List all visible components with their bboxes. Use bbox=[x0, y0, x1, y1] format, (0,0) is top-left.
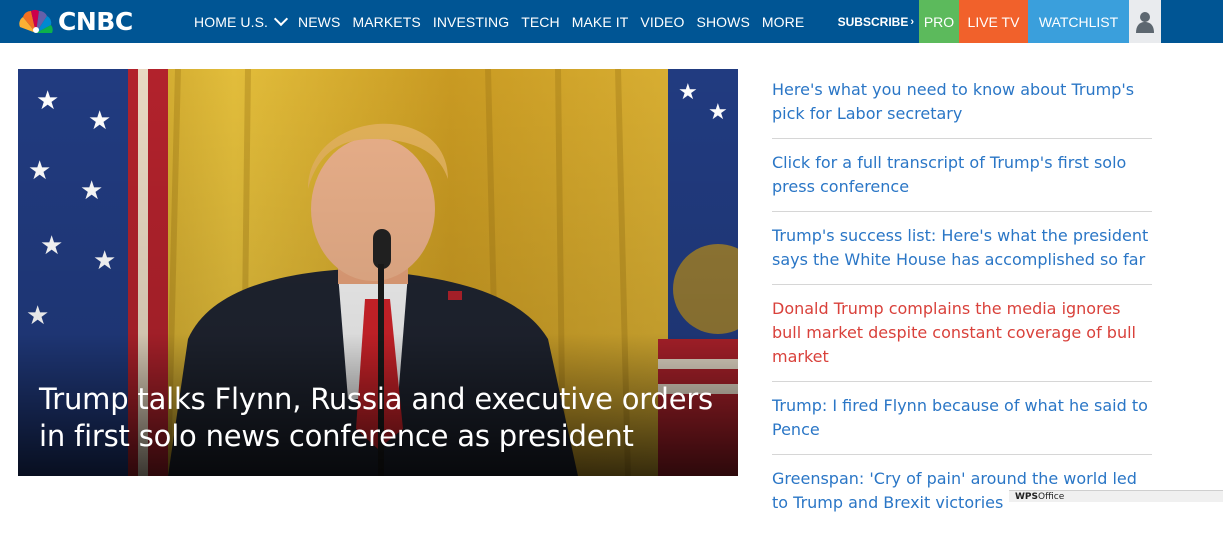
top-nav-bar: CNBC HOME U.S. NEWS MARKETS INVESTING TE… bbox=[0, 0, 1223, 43]
subscribe-label: SUBSCRIBE bbox=[837, 14, 909, 29]
menu-item-investing[interactable]: INVESTING bbox=[433, 14, 509, 30]
subscribe-link[interactable]: SUBSCRIBE › bbox=[838, 0, 919, 43]
wps-brand: WPS bbox=[1015, 492, 1039, 502]
menu-item-markets[interactable]: MARKETS bbox=[352, 14, 420, 30]
menu-item-more[interactable]: MORE bbox=[762, 14, 804, 30]
menu-item-make-it[interactable]: MAKE IT bbox=[572, 14, 629, 30]
live-tv-button[interactable]: LIVE TV bbox=[959, 0, 1028, 43]
headline-link[interactable]: Here's what you need to know about Trump… bbox=[772, 78, 1152, 139]
user-account-button[interactable] bbox=[1129, 0, 1161, 43]
hero-headline-line-2: in first solo news conference as preside… bbox=[39, 419, 634, 453]
menu-item-shows[interactable]: SHOWS bbox=[697, 14, 750, 30]
headline-link[interactable]: Click for a full transcript of Trump's f… bbox=[772, 151, 1152, 212]
menu-item-home-us-label: HOME U.S. bbox=[194, 13, 269, 30]
main-menu: HOME U.S. NEWS MARKETS INVESTING TECH MA… bbox=[194, 0, 816, 43]
user-icon bbox=[1136, 11, 1154, 33]
headline-link[interactable]: Trump: I fired Flynn because of what he … bbox=[772, 394, 1152, 455]
related-headlines-list: Here's what you need to know about Trump… bbox=[772, 78, 1152, 539]
menu-item-home-us[interactable]: HOME U.S. bbox=[194, 11, 289, 30]
wps-office-bar[interactable]: WPSOffice bbox=[1009, 490, 1223, 502]
menu-item-tech[interactable]: TECH bbox=[521, 14, 560, 30]
logo-wordmark: CNBC bbox=[58, 7, 133, 36]
headline-link-highlighted[interactable]: Donald Trump complains the media ignores… bbox=[772, 297, 1152, 382]
wps-product: Office bbox=[1038, 492, 1065, 502]
headline-link[interactable]: Trump's success list: Here's what the pr… bbox=[772, 224, 1152, 285]
nav-right-actions: SUBSCRIBE › PRO LIVE TV WATCHLIST bbox=[838, 0, 1161, 43]
peacock-icon bbox=[19, 9, 53, 33]
watchlist-button[interactable]: WATCHLIST bbox=[1028, 0, 1129, 43]
cnbc-logo[interactable]: CNBC bbox=[18, 0, 174, 43]
menu-item-video[interactable]: VIDEO bbox=[640, 14, 684, 30]
hero-headline-line-1: Trump talks Flynn, Russia and executive … bbox=[39, 382, 713, 416]
menu-item-news[interactable]: NEWS bbox=[298, 14, 340, 30]
pro-button[interactable]: PRO bbox=[919, 0, 959, 43]
hero-headline[interactable]: Trump talks Flynn, Russia and executive … bbox=[39, 381, 729, 455]
hero-story[interactable]: ★★ ★★ ★★ ★ ★★ Trump talks bbox=[18, 69, 738, 476]
chevron-right-icon: › bbox=[910, 15, 914, 28]
chevron-down-icon bbox=[273, 11, 289, 26]
